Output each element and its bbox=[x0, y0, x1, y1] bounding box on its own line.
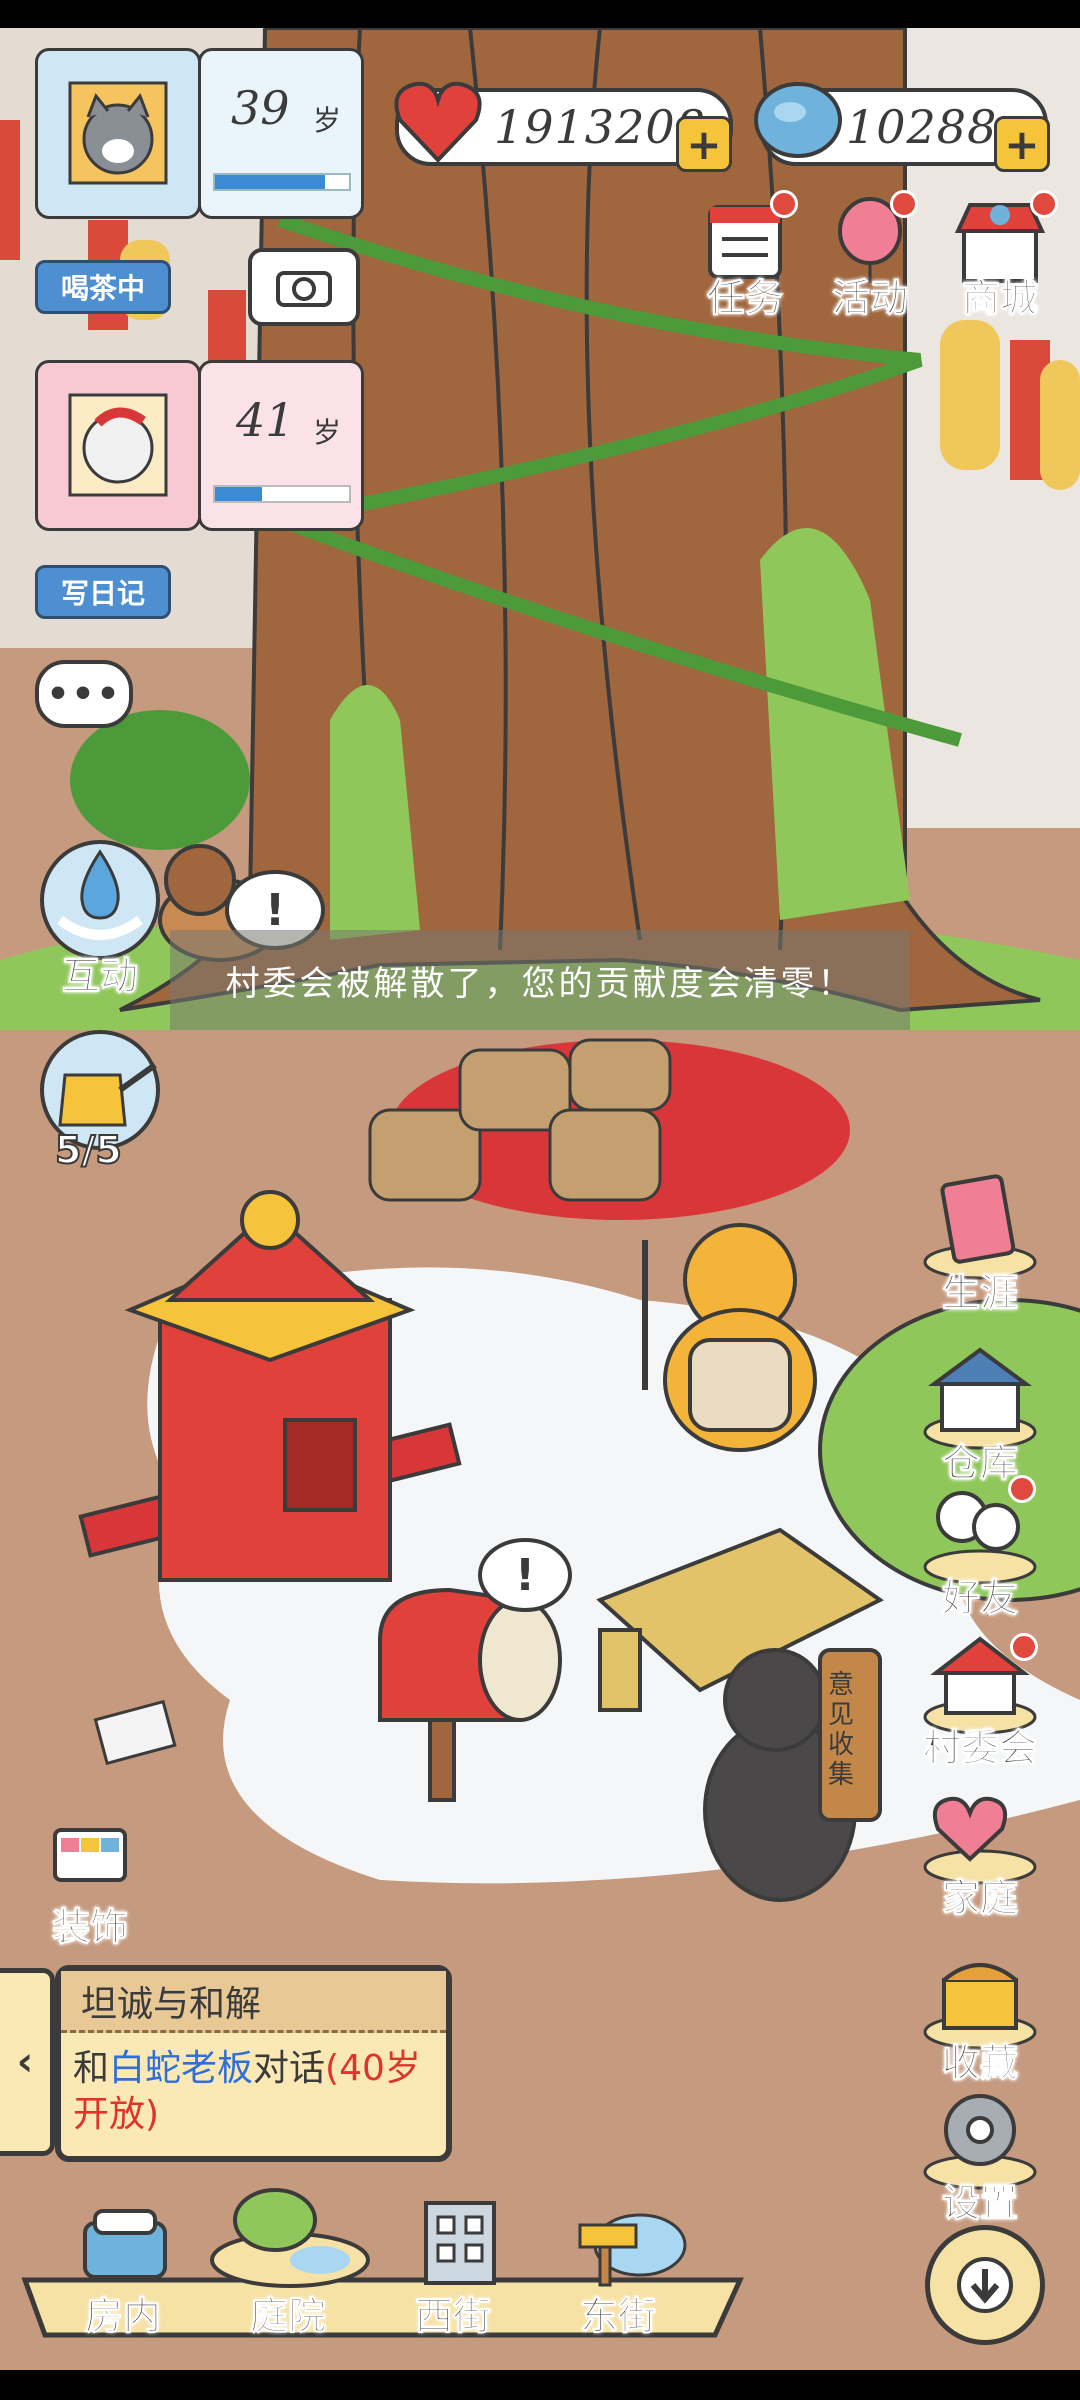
fox-avatar[interactable] bbox=[35, 360, 201, 531]
nav-indoor[interactable]: 房内 bbox=[55, 2195, 195, 2339]
friends-badge bbox=[1008, 1475, 1036, 1503]
cat-age-card[interactable]: 39 岁 bbox=[198, 48, 364, 219]
gems-value: 10288 bbox=[846, 100, 998, 154]
status-bar bbox=[0, 0, 1080, 28]
fox-age-progress bbox=[213, 485, 351, 503]
nav-west-street-label: 西街 bbox=[414, 2294, 492, 2339]
cat-age: 39 bbox=[231, 81, 290, 135]
quest-suffix: 对话 bbox=[253, 2048, 326, 2089]
collection-label: 收藏 bbox=[941, 2041, 1018, 2086]
settings-label: 设置 bbox=[941, 2181, 1018, 2226]
hearts-value: 1913208 bbox=[494, 100, 706, 154]
nav-west-street[interactable]: 西街 bbox=[390, 2195, 530, 2339]
nav-yard[interactable]: 庭院 bbox=[205, 2180, 375, 2339]
water-count: 5/5 bbox=[54, 1127, 123, 1173]
career-label: 生涯 bbox=[941, 1271, 1018, 1316]
paint-icon bbox=[53, 1828, 127, 1882]
decorate-label: 装饰 bbox=[51, 1905, 128, 1950]
chat-bubble-icon[interactable]: ••• bbox=[35, 660, 133, 728]
fox-age-unit: 岁 bbox=[313, 416, 342, 449]
building-icon bbox=[424, 2201, 496, 2285]
collection-button[interactable]: 收藏 bbox=[920, 1940, 1040, 2086]
events-label: 活动 bbox=[831, 276, 908, 321]
nav-yard-label: 庭院 bbox=[249, 2294, 327, 2339]
cat-avatar[interactable] bbox=[35, 48, 201, 219]
interact-button[interactable]: 互动 bbox=[30, 830, 170, 999]
notice-toast: 村委会被解散了，您的贡献度会清零！ bbox=[170, 930, 910, 1030]
quest-npc: 白蛇老板 bbox=[109, 2048, 254, 2089]
fox-status-badge[interactable]: 写日记 bbox=[35, 565, 171, 619]
events-badge bbox=[890, 190, 918, 218]
quest-prefix: 和 bbox=[73, 2048, 110, 2089]
shop-badge bbox=[1030, 190, 1058, 218]
quest-panel[interactable]: 坦诚与和解 和白蛇老板对话(40岁开放) bbox=[55, 1965, 452, 2162]
shop-button[interactable]: 商城 bbox=[940, 190, 1060, 325]
quest-collapse-tab[interactable]: ‹ bbox=[0, 1968, 55, 2156]
career-button[interactable]: 生涯 bbox=[920, 1170, 1040, 1316]
nav-east-street[interactable]: 东街 bbox=[550, 2195, 700, 2339]
nav-indoor-label: 房内 bbox=[84, 2294, 162, 2339]
nav-east-street-label: 东街 bbox=[579, 2294, 657, 2339]
warehouse-button[interactable]: 仓库 bbox=[920, 1340, 1040, 1486]
quest-description: 和白蛇老板对话(40岁开放) bbox=[73, 2046, 433, 2138]
fox-age: 41 bbox=[236, 393, 295, 447]
tasks-badge bbox=[770, 190, 798, 218]
gem-icon bbox=[748, 72, 848, 172]
camera-icon[interactable] bbox=[248, 248, 360, 326]
cat-age-progress bbox=[213, 173, 351, 191]
settings-button[interactable]: 设置 bbox=[920, 2080, 1040, 2226]
tasks-label: 任务 bbox=[706, 276, 783, 321]
family-label: 家庭 bbox=[941, 1876, 1018, 1921]
decorate-button[interactable]: 装饰 bbox=[30, 1820, 150, 1950]
events-button[interactable]: 活动 bbox=[810, 190, 930, 325]
collapse-menu-button[interactable] bbox=[925, 2225, 1045, 2345]
cat-status-badge[interactable]: 喝茶中 bbox=[35, 260, 171, 314]
committee-button[interactable]: 村委会 bbox=[920, 1625, 1040, 1771]
heart-icon bbox=[388, 70, 488, 174]
svg-text:!: ! bbox=[265, 885, 285, 936]
bed-icon bbox=[83, 2209, 167, 2279]
signpost-icon bbox=[578, 2213, 687, 2287]
fox-age-progress-fill bbox=[215, 487, 262, 501]
yard-icon bbox=[210, 2188, 370, 2288]
interact-label: 互动 bbox=[61, 954, 138, 999]
fox-age-card[interactable]: 41 岁 bbox=[198, 360, 364, 531]
arrow-down-icon bbox=[957, 2257, 1013, 2313]
quest-title: 坦诚与和解 bbox=[61, 1971, 446, 2033]
friends-button[interactable]: 好友 bbox=[920, 1475, 1040, 1621]
water-drop-icon bbox=[40, 840, 160, 960]
committee-label: 村委会 bbox=[922, 1726, 1037, 1771]
cat-age-unit: 岁 bbox=[313, 104, 342, 137]
friends-label: 好友 bbox=[941, 1576, 1018, 1621]
committee-badge bbox=[1010, 1633, 1038, 1661]
family-button[interactable]: 家庭 bbox=[920, 1775, 1040, 1921]
watering-can-button[interactable]: 5/5 bbox=[25, 1020, 175, 1180]
system-nav-bar bbox=[0, 2370, 1080, 2400]
svg-text:!: ! bbox=[515, 1550, 535, 1601]
shop-label: 商城 bbox=[961, 276, 1038, 321]
add-gems-button[interactable]: + bbox=[994, 116, 1050, 172]
cat-age-progress-fill bbox=[215, 175, 325, 189]
tasks-button[interactable]: 任务 bbox=[685, 190, 805, 325]
add-hearts-button[interactable]: + bbox=[676, 116, 732, 172]
bear-sign[interactable]: 意见收集 bbox=[823, 1670, 859, 1790]
